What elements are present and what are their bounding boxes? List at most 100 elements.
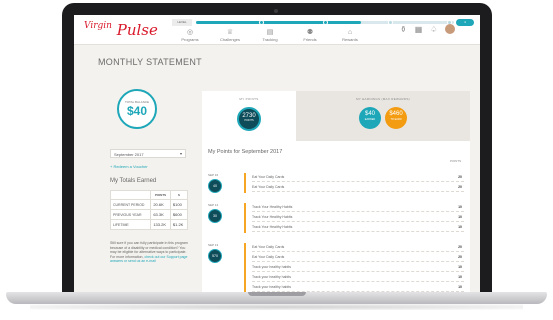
redeem-voucher-link[interactable]: + Redeem a Voucher <box>110 164 148 169</box>
logo[interactable]: Virgin Pulse <box>84 21 158 39</box>
level-start-badge: LEVEL <box>172 19 192 26</box>
totals-header-row: POINTS $ <box>109 190 189 200</box>
list-item: Track your healthy habits 10 <box>252 283 464 292</box>
points-panel: MY POINTS 2730 POINTS MY EARNINGS (MAX R… <box>202 91 470 292</box>
progress-track <box>196 20 454 25</box>
table-row: CURRENT PERIOD 20.6K $100 <box>109 199 189 210</box>
entry-text: Track your healthy habits <box>252 285 291 289</box>
entry-text: Eat Your Daily Cards <box>252 175 285 179</box>
day-date: SEP 14 <box>208 203 219 207</box>
entry-points: 10 <box>458 225 462 229</box>
nav-item-rewards[interactable]: ⌂ Rewards <box>330 28 370 44</box>
totals-label: CURRENT PERIOD <box>109 199 152 210</box>
nav-item-label: Rewards <box>342 37 358 42</box>
totals-points: 20.6K <box>150 199 171 210</box>
earned-value: $40 <box>364 111 375 117</box>
to-earn-value: $460 <box>389 111 403 117</box>
main-nav: ◎ Programs ♕ Challenges ▤ Tracking ⚉ Friends ⌂ Re… <box>170 28 370 44</box>
table-row: PREVIOUS YEAR 63.3K $600 <box>109 209 189 220</box>
top-bar: Virgin Pulse LEVEL 4 ◎ Programs ♕ Challenge… <box>74 15 480 45</box>
logo-prefix: Virgin <box>84 21 112 31</box>
progress-milestone <box>258 20 264 25</box>
totals-header: POINTS <box>150 190 171 200</box>
day-timeline-bar <box>244 243 246 292</box>
totals-header: $ <box>169 190 189 200</box>
list-item: Eat Your Daily Cards 20 <box>252 173 464 182</box>
points-column-header: POINTS <box>450 159 462 163</box>
totals-label: LIFETIME <box>109 219 152 230</box>
entry-points: 10 <box>458 265 462 269</box>
day-total-badge: 30 <box>208 209 222 223</box>
table-row: LIFETIME 133.2K $1.2K <box>109 219 189 230</box>
day-group: SEP 14 30 Track Your Healthy Habits 10 Track… <box>208 203 464 237</box>
logo-text: Pulse <box>116 21 158 39</box>
day-timeline-bar <box>244 203 246 233</box>
day-date: SEP 16 <box>208 173 219 177</box>
chevron-down-icon: ▾ <box>179 151 182 156</box>
laptop-shadow <box>30 304 523 310</box>
section-title: My Points for September 2017 <box>208 149 283 155</box>
entry-text: Track Your Healthy Habits <box>252 205 293 209</box>
nav-item-challenges[interactable]: ♕ Challenges <box>210 28 250 44</box>
totals-points: 133.2K <box>150 219 171 230</box>
earned-caption: EARNED <box>364 118 376 121</box>
globe-icon: ◎ <box>186 29 194 36</box>
tab-my-points[interactable]: MY POINTS 2730 POINTS <box>202 91 296 141</box>
entry-points: 10 <box>458 205 462 209</box>
nav-item-label: Tracking <box>262 37 278 42</box>
to-earn-badge: $460 TO EARN <box>385 107 407 129</box>
calendar-icon: ▤ <box>266 29 274 36</box>
help-text: Still sure if you can fully participate … <box>110 241 190 264</box>
bank-icon: ⌂ <box>347 29 353 36</box>
entry-points: 20 <box>458 245 462 249</box>
progress-milestone <box>387 20 393 25</box>
nav-item-label: Programs <box>181 37 199 42</box>
bell-icon[interactable]: ♤ <box>430 25 437 34</box>
header-icons: ⚱ ▦ ♤ <box>400 24 456 34</box>
grid-icon[interactable]: ▦ <box>415 25 423 34</box>
avatar[interactable] <box>445 24 456 34</box>
balance-value: $40 <box>126 104 148 118</box>
day-group: SEP 16 40 Eat Your Daily Cards 20 Eat Your D… <box>208 173 464 197</box>
trophy-icon[interactable]: ⚱ <box>400 25 407 34</box>
people-icon: ⚉ <box>306 29 314 36</box>
tab-points-label: MY POINTS <box>239 97 259 101</box>
entry-text: Eat Your Daily Cards <box>252 185 285 189</box>
nav-item-programs[interactable]: ◎ Programs <box>170 28 210 44</box>
month-select[interactable]: September 2017 ▾ <box>110 149 186 158</box>
to-earn-caption: TO EARN <box>390 118 402 121</box>
progress-milestone <box>323 20 328 25</box>
points-badge: 2730 POINTS <box>237 107 261 131</box>
entry-text: Track your healthy habits <box>252 265 291 269</box>
app-screen: Virgin Pulse LEVEL 4 ◎ Programs ♕ Challenge… <box>74 15 480 292</box>
month-select-value: September 2017 <box>114 152 144 157</box>
list-item: Track Your Healthy Habits 10 <box>252 203 464 212</box>
day-date: SEP 13 <box>208 243 219 247</box>
totals-table: POINTS $ CURRENT PERIOD 20.6K $100 PREVI… <box>109 190 189 230</box>
entry-text: Track your healthy habits <box>252 275 291 279</box>
level-end-badge: 4 <box>456 19 474 26</box>
list-item: Eat Your Daily Cards 20 <box>252 243 464 252</box>
nav-item-label: Friends <box>303 37 317 42</box>
tab-my-earnings[interactable]: MY EARNINGS (MAX REWARDS) $40 EARNED $46… <box>296 91 470 141</box>
entry-text: Track Your Healthy Habits <box>252 225 293 229</box>
list-item: Track Your Healthy Habits 10 <box>252 213 464 222</box>
points-unit: POINTS <box>244 119 254 122</box>
totals-label: PREVIOUS YEAR <box>109 209 152 220</box>
entry-points: 20 <box>458 255 462 259</box>
nav-item-tracking[interactable]: ▤ Tracking <box>250 28 290 44</box>
list-item: Track your healthy habits 10 <box>252 263 464 272</box>
laptop-frame: Virgin Pulse LEVEL 4 ◎ Programs ♕ Challenge… <box>0 0 553 320</box>
entry-points: 20 <box>458 175 462 179</box>
list-item: Eat Your Daily Cards 20 <box>252 253 464 262</box>
camera-icon <box>274 9 278 13</box>
entry-text: Eat Your Daily Cards <box>252 255 285 259</box>
totals-money: $1.2K <box>169 219 189 230</box>
entry-text: Eat Your Daily Cards <box>252 245 285 249</box>
entry-points: 10 <box>458 275 462 279</box>
nav-item-friends[interactable]: ⚉ Friends <box>290 28 330 44</box>
balance-circle: TOTAL BALANCE $40 <box>117 89 157 129</box>
nav-item-label: Challenges <box>219 37 240 42</box>
entry-points: 10 <box>458 215 462 219</box>
totals-points: 63.3K <box>150 209 171 220</box>
